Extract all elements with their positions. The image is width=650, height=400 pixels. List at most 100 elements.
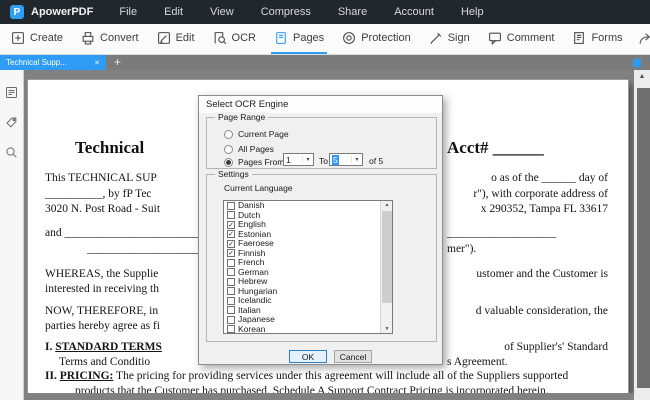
comment-button[interactable]: Comment — [485, 24, 558, 54]
annotations-panel-button[interactable] — [5, 116, 18, 134]
radio-selected-icon[interactable] — [224, 158, 233, 167]
language-label: Faeroese — [238, 239, 274, 248]
checkbox-icon[interactable] — [227, 202, 235, 210]
scrollbar-thumb[interactable] — [382, 211, 392, 303]
checkbox-checked-icon[interactable]: ✓ — [227, 230, 235, 238]
left-sidebar — [0, 70, 24, 400]
protection-button[interactable]: Protection — [339, 24, 414, 54]
doc-text: __________, by fP Tec — [45, 188, 152, 200]
radio-current-page[interactable]: Current Page — [224, 129, 289, 139]
forms-button[interactable]: Forms — [569, 24, 625, 54]
language-label: English — [238, 220, 266, 229]
radio-icon[interactable] — [224, 145, 233, 154]
checkbox-icon[interactable] — [227, 278, 235, 286]
menu-share[interactable]: Share — [338, 6, 367, 18]
convert-icon — [81, 31, 95, 45]
menu-bar: P ApowerPDF File Edit View Compress Shar… — [0, 0, 650, 24]
cancel-button[interactable]: Cancel — [334, 350, 372, 363]
page-from-combobox[interactable]: 1 ▾ — [283, 153, 314, 166]
search-icon — [5, 146, 18, 159]
edit-label: Edit — [176, 32, 195, 44]
scroll-up-icon[interactable]: ▲ — [381, 202, 393, 208]
select-ocr-engine-dialog[interactable]: Select OCR Engine Page Range Current Pag… — [198, 95, 443, 365]
language-label: Korean — [238, 325, 265, 334]
toolbar: Create Convert Edit OCR Pages Protection… — [0, 24, 650, 55]
sign-button[interactable]: Sign — [426, 24, 473, 54]
language-label: Icelandic — [238, 296, 272, 305]
doc-text: o as of the ______ day of — [491, 172, 608, 184]
checkbox-icon[interactable] — [227, 297, 235, 305]
combo-value: 1 — [284, 155, 302, 165]
doc-text: s Agreement. — [447, 356, 508, 368]
checkbox-checked-icon[interactable]: ✓ — [227, 249, 235, 257]
radio-pages-from[interactable]: Pages From — [224, 157, 284, 167]
language-listbox[interactable]: Danish Dutch ✓ English ✓ Estonian ✓ Faer… — [223, 200, 393, 334]
radio-all-pages[interactable]: All Pages — [224, 144, 274, 154]
language-label: Japanese — [238, 315, 275, 324]
main-vertical-scrollbar[interactable]: ▲ — [634, 70, 650, 400]
ok-button[interactable]: OK — [289, 350, 327, 363]
search-panel-button[interactable] — [5, 146, 18, 164]
doc-text: This TECHNICAL SUP — [45, 172, 157, 184]
page-to-combobox[interactable]: 5 ▾ — [329, 153, 363, 166]
to-label: To — [319, 156, 328, 166]
app-logo-icon: P — [10, 5, 24, 19]
language-label: Hebrew — [238, 277, 267, 286]
menu-edit[interactable]: Edit — [164, 6, 183, 18]
redo-arrow-icon[interactable] — [638, 32, 650, 46]
create-label: Create — [30, 32, 63, 44]
account-number-field: Acct# ______ — [447, 138, 544, 158]
section-heading: STANDARD TERMS — [55, 341, 162, 353]
combo-selected-value: 5 — [332, 155, 339, 165]
section-number: II. — [45, 370, 60, 382]
doc-text: r"), with corporate address of — [473, 188, 608, 200]
menu-account[interactable]: Account — [394, 6, 434, 18]
checkbox-icon[interactable] — [227, 259, 235, 267]
checkbox-icon[interactable] — [227, 325, 235, 333]
scroll-up-icon[interactable]: ▲ — [634, 73, 650, 80]
checkbox-icon[interactable] — [227, 287, 235, 295]
edit-button[interactable]: Edit — [154, 24, 198, 54]
checkbox-icon[interactable] — [227, 211, 235, 219]
menu-file[interactable]: File — [119, 6, 137, 18]
chevron-down-icon[interactable]: ▾ — [302, 156, 313, 163]
menu-help[interactable]: Help — [461, 6, 484, 18]
tab-close-icon[interactable]: ✕ — [94, 59, 100, 67]
radio-label: Current Page — [238, 129, 289, 139]
new-tab-button[interactable]: + — [114, 55, 121, 70]
checkbox-icon[interactable] — [227, 316, 235, 324]
dialog-title: Select OCR Engine — [199, 96, 442, 113]
convert-button[interactable]: Convert — [78, 24, 142, 54]
doc-text: ustomer and the Customer is — [476, 268, 608, 280]
checkbox-icon[interactable] — [227, 268, 235, 276]
scrollbar-thumb[interactable] — [637, 88, 650, 388]
convert-label: Convert — [100, 32, 139, 44]
scroll-marker — [633, 59, 641, 67]
ocr-button[interactable]: OCR — [210, 24, 259, 54]
checkbox-icon[interactable] — [227, 306, 235, 314]
pages-button[interactable]: Pages — [271, 24, 327, 54]
pages-icon — [274, 31, 288, 45]
radio-icon[interactable] — [224, 130, 233, 139]
protection-label: Protection — [361, 32, 411, 44]
checkbox-checked-icon[interactable]: ✓ — [227, 221, 235, 229]
create-button[interactable]: Create — [8, 24, 66, 54]
page-range-label: Page Range — [215, 112, 268, 122]
doc-text: parties hereby agree as fi — [45, 320, 160, 332]
app-name: ApowerPDF — [31, 6, 93, 18]
scroll-down-icon[interactable]: ▼ — [381, 326, 393, 332]
tab-bar: Technical Supp... ✕ + — [0, 55, 650, 70]
menu-compress[interactable]: Compress — [261, 6, 311, 18]
menu-view[interactable]: View — [210, 6, 234, 18]
thumbnails-panel-button[interactable] — [5, 86, 18, 104]
listbox-scrollbar[interactable]: ▲ ▼ — [380, 201, 392, 333]
edit-icon — [157, 31, 171, 45]
chevron-down-icon[interactable]: ▾ — [351, 156, 362, 163]
radio-label: All Pages — [238, 144, 274, 154]
doc-text: of Supplier's' Standard — [504, 341, 608, 353]
language-option-korean[interactable]: Korean — [224, 325, 392, 335]
doc-text: 3020 N. Post Road - Suit — [45, 203, 160, 215]
document-tab[interactable]: Technical Supp... ✕ — [0, 55, 106, 70]
checkbox-checked-icon[interactable]: ✓ — [227, 240, 235, 248]
language-label: French — [238, 258, 264, 267]
